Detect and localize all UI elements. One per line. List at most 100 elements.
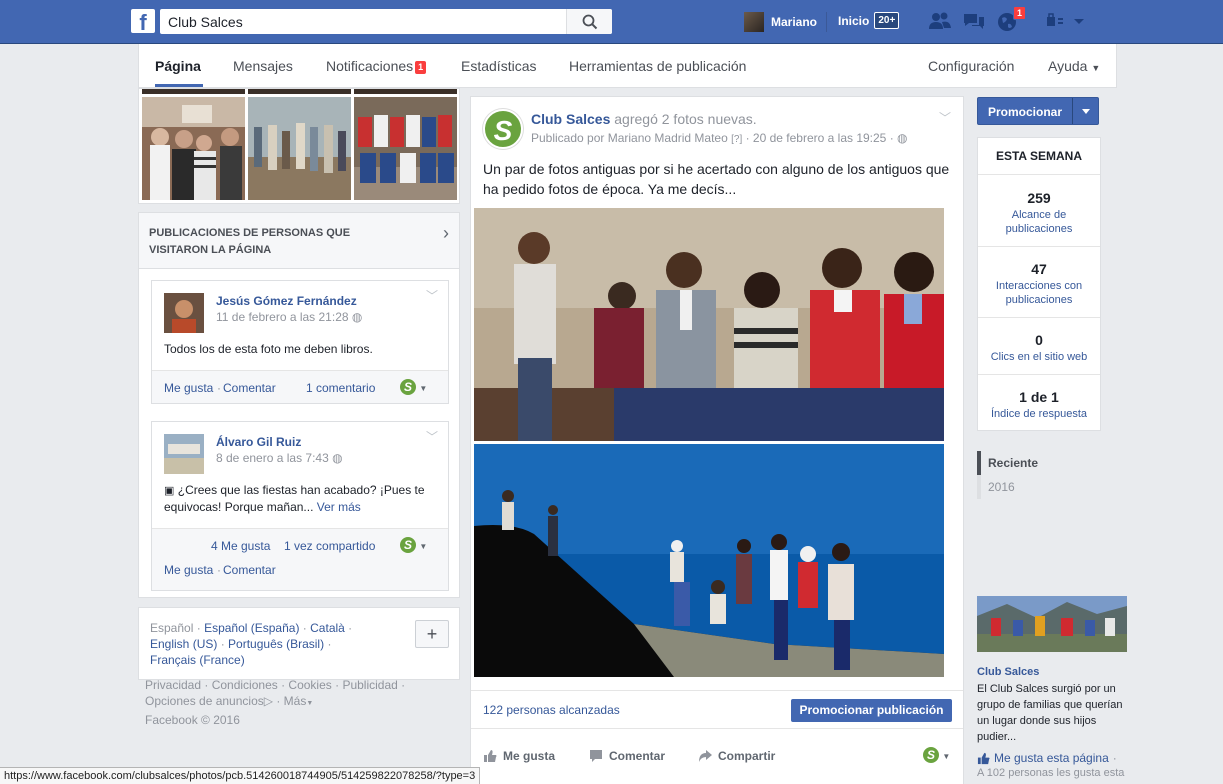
footer-more-link[interactable]: Más▼	[284, 694, 314, 708]
act-as-page-selector[interactable]: S ▼	[400, 537, 427, 553]
tab-pagina[interactable]: Página	[155, 58, 201, 74]
author-name[interactable]: Álvaro Gil Ruiz	[216, 435, 301, 449]
more-languages-button[interactable]: +	[415, 620, 449, 648]
promote-button[interactable]: Promocionar	[977, 97, 1099, 125]
globe-icon: ◍	[897, 131, 908, 145]
copyright: Facebook © 2016	[145, 713, 240, 727]
top-navbar: f Mariano Inicio 20+ 1	[0, 0, 1223, 44]
like-link[interactable]: Me gusta	[164, 381, 213, 395]
post-photo[interactable]	[474, 208, 944, 441]
photo-thumbnail[interactable]	[354, 97, 457, 200]
post-action: agregó 2 fotos nuevas.	[614, 111, 757, 127]
see-more-link[interactable]: Ver más	[317, 500, 361, 514]
language-link[interactable]: Català	[310, 621, 345, 635]
search-input[interactable]	[160, 9, 566, 34]
share-icon	[699, 750, 712, 762]
chevron-down-icon: ▼	[306, 700, 314, 707]
post-date[interactable]: 8 de enero a las 7:43 ◍	[216, 451, 343, 465]
post-text: Un par de fotos antiguas por si he acert…	[483, 161, 950, 197]
shares-count-link[interactable]: 1 vez compartido	[284, 539, 375, 553]
photo-edge	[142, 89, 245, 94]
messages-icon[interactable]	[962, 11, 986, 33]
footer-more-label: Más	[283, 694, 307, 708]
event-icon: ▣	[164, 485, 175, 497]
footer-link[interactable]: Cookies	[288, 678, 331, 692]
visitor-posts-header[interactable]: PUBLICACIONES DE PERSONAS QUE VISITARON …	[139, 213, 459, 269]
chevron-down-icon[interactable]	[1072, 98, 1098, 124]
photo-edge	[354, 89, 457, 94]
timeline-recent[interactable]: Reciente	[977, 451, 1107, 475]
search-button[interactable]	[566, 9, 612, 34]
help-menu[interactable]: Ayuda ▼	[1048, 58, 1100, 74]
tab-estadisticas[interactable]: Estadísticas	[461, 58, 536, 74]
post-text-body: ¿Crees que las fiestas han acabado? ¡Pue…	[164, 483, 425, 514]
tab-configuracion[interactable]: Configuración	[928, 58, 1014, 74]
profile-link[interactable]: Mariano	[744, 12, 817, 32]
footer-link[interactable]: Opciones de anuncios	[145, 694, 264, 708]
thumbs-up-icon	[977, 752, 990, 764]
photo-thumbnail[interactable]	[142, 97, 245, 200]
stat-reach[interactable]: 259 Alcance de publicaciones	[978, 176, 1100, 247]
post-options-chevron-icon[interactable]: ﹀	[426, 428, 438, 445]
timeline-year[interactable]: 2016	[977, 475, 1107, 499]
help-bracket[interactable]: [?]	[731, 134, 742, 145]
tab-mensajes[interactable]: Mensajes	[233, 58, 293, 74]
stat-response-rate[interactable]: 1 de 1 Índice de respuesta	[978, 375, 1100, 430]
ad-like-link[interactable]: Me gusta esta página ·	[977, 751, 1117, 765]
like-button[interactable]: Me gusta	[483, 749, 555, 763]
language-current: Español	[150, 621, 194, 635]
post-options-chevron-icon[interactable]: ﹀	[939, 109, 951, 126]
like-link[interactable]: Me gusta	[164, 563, 213, 577]
tab-notificaciones[interactable]: Notificaciones 1	[326, 58, 427, 74]
stat-label: Alcance de publicaciones	[1005, 209, 1073, 235]
tab-herramientas[interactable]: Herramientas de publicación	[569, 58, 746, 74]
footer-link[interactable]: Condiciones	[212, 678, 278, 692]
photo-thumbnail[interactable]	[248, 97, 351, 200]
share-button[interactable]: Compartir	[698, 749, 775, 763]
reach-link[interactable]: 122 personas alcanzadas	[483, 703, 620, 717]
post-date[interactable]: 11 de febrero a las 21:28 ◍	[216, 310, 362, 324]
comments-count-link[interactable]: 1 comentario	[306, 381, 375, 395]
language-link[interactable]: Español (España)	[204, 621, 299, 635]
author-name[interactable]: Jesús Gómez Fernández	[216, 294, 357, 308]
post-options-chevron-icon[interactable]: ﹀	[426, 287, 438, 304]
stat-website-clicks[interactable]: 0 Clics en el sitio web	[978, 318, 1100, 375]
page-name-link[interactable]: Club Salces	[531, 111, 610, 127]
visitor-post: Álvaro Gil Ruiz 8 de enero a las 7:43 ◍ …	[151, 421, 449, 591]
account-menu-icon[interactable]	[1046, 11, 1086, 33]
comment-link[interactable]: Comentar	[223, 381, 276, 395]
language-link[interactable]: Français (France)	[150, 653, 245, 667]
act-as-page-selector[interactable]: S ▼	[923, 747, 950, 763]
likes-count-link[interactable]: 4 Me gusta	[211, 539, 270, 553]
notifications-globe-icon[interactable]: 1	[996, 6, 1026, 33]
club-logo-icon[interactable]: S	[483, 109, 523, 149]
post-date-text: 11 de febrero a las 21:28	[216, 310, 349, 324]
facebook-logo-icon[interactable]: f	[131, 9, 155, 33]
ad-page-name[interactable]: Club Salces	[977, 666, 1039, 678]
tab-notificaciones-label: Notificaciones	[326, 58, 414, 74]
avatar[interactable]	[164, 293, 204, 333]
avatar[interactable]	[164, 434, 204, 474]
post-footer: Me gusta · Comentar 1 comentario S ▼	[152, 370, 448, 403]
club-logo-icon: S	[923, 747, 939, 763]
post-date[interactable]: 20 de febrero a las 19:25	[753, 131, 886, 145]
comment-button[interactable]: Comentar	[589, 749, 665, 763]
stat-engagement[interactable]: 47 Interacciones con publicaciones	[978, 247, 1100, 318]
act-as-page-selector[interactable]: S ▼	[400, 379, 427, 395]
ad-description: El Club Salces surgió por un grupo de fa…	[977, 683, 1123, 743]
language-link[interactable]: Português (Brasil)	[228, 637, 324, 651]
comment-link[interactable]: Comentar	[223, 563, 276, 577]
home-link[interactable]: Inicio 20+	[838, 12, 900, 29]
promote-post-button[interactable]: Promocionar publicación	[791, 699, 952, 722]
language-link[interactable]: English (US)	[150, 637, 217, 651]
stat-value: 1 de 1	[1019, 389, 1059, 405]
page-ad-image[interactable]	[977, 596, 1127, 652]
ad-likes-count: A 102 personas les gusta esta	[977, 767, 1125, 779]
chevron-right-icon[interactable]: ›	[443, 223, 449, 244]
footer-link[interactable]: Privacidad	[145, 678, 201, 692]
post-actions: Me gusta Comentar Compartir S ▼	[471, 741, 963, 773]
post-photo[interactable]	[474, 444, 944, 677]
footer-link[interactable]: Publicidad	[342, 678, 397, 692]
friend-requests-icon[interactable]	[928, 11, 952, 33]
club-logo-icon: S	[400, 537, 416, 553]
